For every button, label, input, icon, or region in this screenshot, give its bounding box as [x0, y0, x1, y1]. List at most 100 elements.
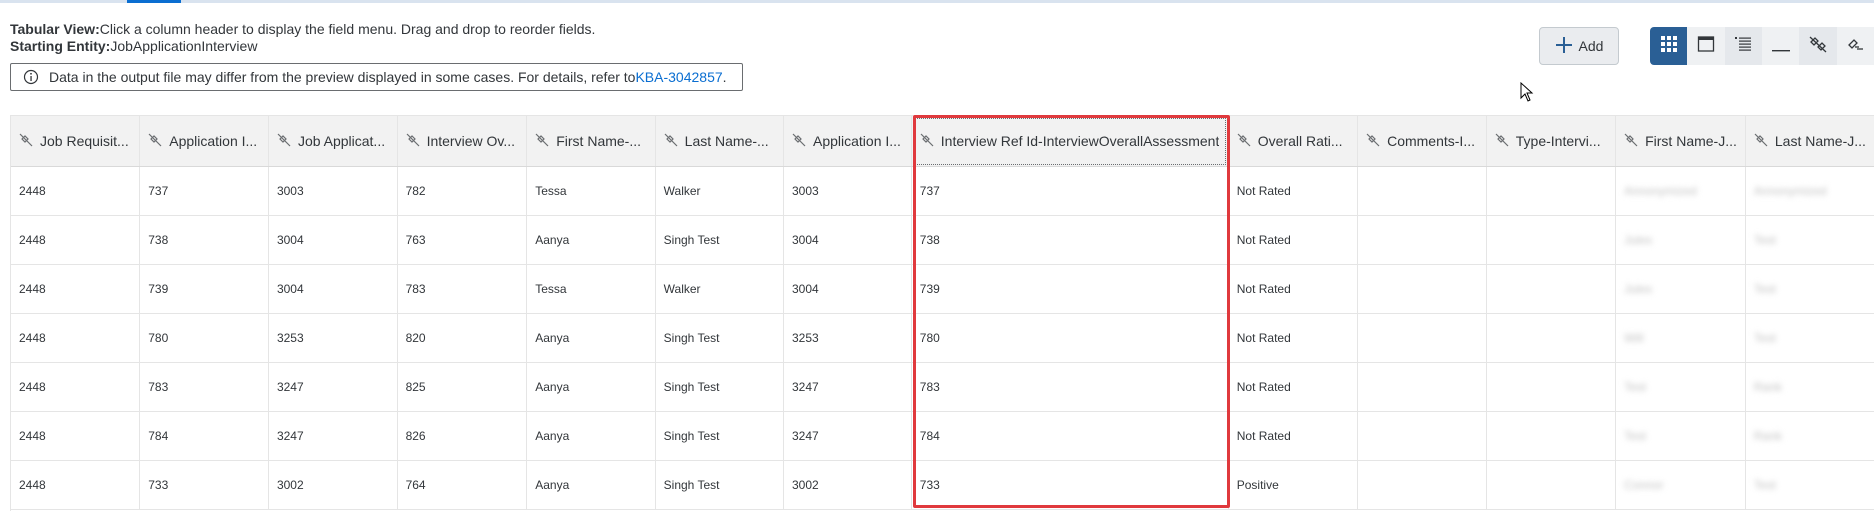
table-cell: 780: [139, 313, 269, 363]
table-cell: 2448: [11, 264, 141, 314]
panel-view-icon: [1697, 35, 1715, 58]
table-cell: [1486, 362, 1617, 412]
table-cell: Singh Test: [655, 215, 785, 265]
table-cell: Aanya: [526, 362, 656, 412]
table-cell: 739: [911, 264, 1229, 314]
table-row: 2448 780 3253 820 Aanya Singh Test 3253 780 Not …: [11, 313, 1874, 363]
table-cell: 733: [911, 460, 1229, 510]
table-cell: [1357, 166, 1487, 216]
table-cell: 2448: [11, 313, 141, 363]
table-cell: 3247: [783, 362, 912, 412]
column-header-last-name[interactable]: Last Name-...: [655, 116, 785, 167]
hide-field-icon: [792, 133, 806, 150]
table-cell: 825: [397, 362, 528, 412]
table-cell: [1486, 215, 1617, 265]
table-row: 2448 733 3002 764 Aanya Singh Test 3002 733 Posi…: [11, 460, 1874, 510]
table-cell: 3003: [268, 166, 398, 216]
table-cell: Singh Test: [655, 362, 785, 412]
panel-view-button[interactable]: [1687, 27, 1725, 65]
table-cell: 784: [911, 411, 1229, 461]
redacted-cell: Will: [1615, 313, 1746, 363]
table-cell: Not Rated: [1228, 166, 1359, 216]
table-cell: 3004: [268, 215, 398, 265]
hide-field-icon: [19, 133, 33, 150]
table-cell: 3002: [783, 460, 912, 510]
grid-view-button[interactable]: [1650, 27, 1688, 65]
column-header-application-id[interactable]: Application I...: [139, 116, 269, 167]
table-cell: 3004: [268, 264, 398, 314]
column-header-first-name-j[interactable]: First Name-J...: [1615, 116, 1746, 167]
column-header-job-application[interactable]: Job Applicat...: [268, 116, 398, 167]
column-header-overall-rating[interactable]: Overall Rati...: [1228, 116, 1359, 167]
view-toolbar: [1650, 27, 1874, 65]
table-cell: Aanya: [526, 215, 656, 265]
column-header-interview-ref-id[interactable]: Interview Ref Id-InterviewOverallAssessm…: [911, 116, 1229, 167]
table-cell: Walker: [655, 166, 785, 216]
table-cell: 3002: [268, 460, 398, 510]
table-cell: [1486, 411, 1617, 461]
table-cell: Not Rated: [1228, 264, 1359, 314]
minimize-button[interactable]: [1761, 27, 1800, 65]
unlink-button[interactable]: [1799, 27, 1837, 65]
table-cell: 738: [911, 215, 1229, 265]
plus-icon: [1555, 36, 1573, 57]
redacted-cell: Jules: [1615, 264, 1746, 314]
redacted-cell: Test: [1745, 215, 1874, 265]
table-cell: 783: [397, 264, 528, 314]
add-button[interactable]: Add: [1539, 27, 1619, 65]
column-header-last-name-j[interactable]: Last Name-J...: [1745, 116, 1874, 167]
hide-field-icon: [1237, 133, 1251, 150]
table-cell: 3253: [783, 313, 912, 363]
info-icon: [23, 69, 49, 85]
info-banner: Data in the output file may differ from …: [10, 63, 743, 91]
table-cell: Tessa: [526, 166, 656, 216]
hide-field-icon: [277, 133, 291, 150]
column-header-first-name[interactable]: First Name-...: [526, 116, 656, 167]
table-cell: Not Rated: [1228, 215, 1359, 265]
kba-link[interactable]: KBA-3042857: [635, 69, 722, 85]
banner-text: Data in the output file may differ from …: [49, 69, 636, 85]
header-row: Job Requisit... Application I... Job App…: [11, 116, 1874, 167]
table-cell: 3004: [783, 215, 912, 265]
hide-field-icon: [1495, 133, 1509, 150]
starting-entity: Starting Entity:JobApplicationInterview: [10, 38, 257, 54]
column-header-application-id-2[interactable]: Application I...: [783, 116, 912, 167]
table-cell: 3004: [783, 264, 912, 314]
table-cell: 2448: [11, 215, 141, 265]
table-cell: [1486, 264, 1617, 314]
hide-field-icon: [1754, 133, 1768, 150]
table-cell: 739: [139, 264, 269, 314]
table-cell: 738: [139, 215, 269, 265]
table-cell: Singh Test: [655, 460, 785, 510]
table-cell: 737: [911, 166, 1229, 216]
table-cell: Tessa: [526, 264, 656, 314]
column-header-job-requisition[interactable]: Job Requisit...: [11, 116, 141, 167]
table-cell: [1357, 264, 1487, 314]
link-button[interactable]: [1836, 27, 1874, 65]
grid-view-icon: [1660, 35, 1678, 58]
mouse-pointer-icon: [1520, 81, 1534, 107]
table-row: 2448 784 3247 826 Aanya Singh Test 3247 784 Not …: [11, 411, 1874, 461]
table-cell: Positive: [1228, 460, 1359, 510]
table-cell: 782: [397, 166, 528, 216]
table-cell: 3247: [783, 411, 912, 461]
list-view-button[interactable]: [1724, 27, 1762, 65]
table-cell: 783: [911, 362, 1229, 412]
column-header-comments[interactable]: Comments-I...: [1357, 116, 1487, 167]
redacted-cell: Rank: [1745, 411, 1874, 461]
redacted-cell: Connor: [1615, 460, 1746, 510]
data-preview-grid: Job Requisit... Application I... Job App…: [10, 115, 1874, 511]
table-cell: [1357, 313, 1487, 363]
redacted-cell: Test: [1615, 362, 1746, 412]
active-tab-indicator: [127, 0, 181, 3]
table-cell: [1357, 215, 1487, 265]
table-cell: 737: [139, 166, 269, 216]
table-cell: 3247: [268, 362, 398, 412]
column-header-interview-overall[interactable]: Interview Ov...: [397, 116, 528, 167]
redacted-cell: Annonymized: [1745, 166, 1874, 216]
table-cell: [1357, 460, 1487, 510]
column-header-type-interview[interactable]: Type-Intervi...: [1486, 116, 1617, 167]
table-cell: 783: [139, 362, 269, 412]
top-tab-bar: [0, 0, 1874, 3]
table-cell: 784: [139, 411, 269, 461]
